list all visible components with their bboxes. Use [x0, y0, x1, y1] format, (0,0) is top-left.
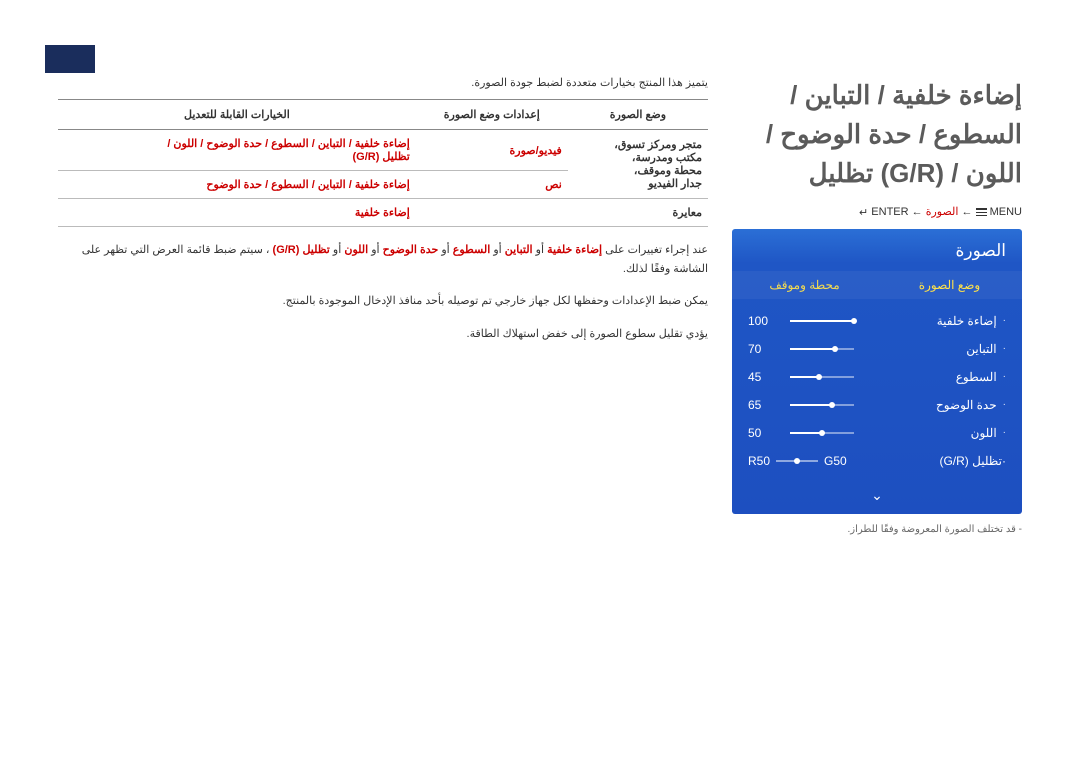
- main-title: إضاءة خلفية / التباين / السطوع / حدة الو…: [732, 76, 1022, 193]
- osd-value: 50: [748, 426, 778, 440]
- note-red: اللون: [344, 244, 368, 256]
- settings-cell: فيديو/صورة: [416, 130, 568, 171]
- mode-text: معايرة: [673, 207, 702, 219]
- note-red: التباين: [505, 244, 533, 256]
- page-content: إضاءة خلفية / التباين / السطوع / حدة الو…: [0, 0, 1080, 535]
- mode-text: محطة وموقف: [637, 165, 702, 177]
- osd-tab-picture-mode[interactable]: وضع الصورة: [877, 271, 1022, 299]
- bullet-icon: ·: [1003, 427, 1006, 438]
- slider[interactable]: [790, 432, 854, 434]
- options-text: إضاءة خلفية: [355, 207, 410, 219]
- osd-row-backlight[interactable]: · إضاءة خلفية 100: [748, 307, 1006, 335]
- osd-title: الصورة: [732, 229, 1022, 271]
- th-settings: إعدادات وضع الصورة: [416, 100, 568, 130]
- bullet-icon: ·: [1002, 454, 1006, 468]
- slider[interactable]: [790, 404, 854, 406]
- mode-cell: معايرة: [568, 199, 708, 227]
- osd-label: حدة الوضوح: [854, 398, 997, 412]
- mode-text: متجر ومركز تسوق: [618, 139, 702, 151]
- note-red: إضاءة خلفية: [547, 244, 602, 256]
- settings-text: فيديو/صورة: [510, 145, 562, 157]
- note-text: عند إجراء تغييرات على: [602, 244, 708, 256]
- disclaimer-text: - قد تختلف الصورة المعروضة وفقًا للطراز.: [732, 524, 1022, 535]
- settings-text: نص: [545, 179, 562, 191]
- note-text: أو: [438, 244, 449, 256]
- osd-panel: الصورة وضع الصورة محطة وموقف · إضاءة خلف…: [732, 229, 1022, 514]
- mode-text: مكتب ومدرسة: [635, 152, 702, 164]
- arrow-icon: ←: [912, 206, 923, 218]
- th-mode: وضع الصورة: [568, 100, 708, 130]
- note-red: السطوع: [453, 244, 491, 256]
- enter-icon: ↵: [859, 206, 868, 219]
- options-text: إضاءة خلفية / التباين / السطوع / حدة الو…: [167, 138, 410, 150]
- note-red: حدة الوضوح: [383, 244, 439, 256]
- slider[interactable]: [790, 376, 854, 378]
- bullet-icon: ·: [1003, 371, 1006, 382]
- chevron-down-icon[interactable]: ⌄: [732, 481, 1022, 514]
- tint-r-value: R50: [748, 454, 770, 468]
- slider[interactable]: [790, 320, 854, 322]
- table-header-row: وضع الصورة إعدادات وضع الصورة الخيارات ا…: [58, 100, 708, 130]
- osd-value: 45: [748, 370, 778, 384]
- mode-text: جدار الفيديو: [648, 178, 702, 190]
- menu-icon: [976, 208, 987, 217]
- settings-cell: نص: [416, 171, 568, 199]
- slider[interactable]: [790, 348, 854, 350]
- options-cell: إضاءة خلفية: [58, 199, 416, 227]
- mode-cell: متجر ومركز تسوق، مكتب ومدرسة، محطة وموقف…: [568, 130, 708, 199]
- settings-table: وضع الصورة إعدادات وضع الصورة الخيارات ا…: [58, 99, 708, 227]
- left-column: يتميز هذا المنتج بخيارات متعددة لضبط جود…: [58, 76, 708, 535]
- settings-cell: [416, 199, 568, 227]
- osd-label: إضاءة خلفية: [854, 314, 997, 328]
- tint-slider[interactable]: [776, 460, 818, 462]
- intro-text: يتميز هذا المنتج بخيارات متعددة لضبط جود…: [58, 76, 708, 89]
- right-column: إضاءة خلفية / التباين / السطوع / حدة الو…: [732, 76, 1022, 535]
- options-text: إضاءة خلفية / التباين / السطوع / حدة الو…: [206, 179, 409, 191]
- osd-row-brightness[interactable]: · السطوع 45: [748, 363, 1006, 391]
- osd-value: 70: [748, 342, 778, 356]
- table-row: متجر ومركز تسوق، مكتب ومدرسة، محطة وموقف…: [58, 130, 708, 171]
- osd-label: تظليل (G/R): [853, 454, 1002, 468]
- table-row: معايرة إضاءة خلفية: [58, 199, 708, 227]
- bullet-icon: ·: [1003, 399, 1006, 410]
- osd-value: 100: [748, 314, 778, 328]
- note-text: أو: [490, 244, 501, 256]
- osd-label: التباين: [854, 342, 997, 356]
- note-text: أو: [330, 244, 341, 256]
- note-red: تظليل (G/R): [273, 244, 330, 256]
- note-text: أو: [368, 244, 379, 256]
- note-2: يمكن ضبط الإعدادات وحفظها لكل جهاز خارجي…: [58, 292, 708, 311]
- breadcrumb: MENU ← الصورة ← ENTER ↵: [732, 205, 1022, 219]
- osd-label: السطوع: [854, 370, 997, 384]
- corner-tab: [45, 45, 95, 73]
- osd-row-contrast[interactable]: · التباين 70: [748, 335, 1006, 363]
- osd-row-color[interactable]: · اللون 50: [748, 419, 1006, 447]
- arrow-icon: ←: [961, 206, 972, 218]
- bullet-icon: ·: [1003, 343, 1006, 354]
- options-cell: إضاءة خلفية / التباين / السطوع / حدة الو…: [58, 130, 416, 171]
- osd-tab-station[interactable]: محطة وموقف: [732, 271, 877, 299]
- note-1: عند إجراء تغييرات على إضاءة خلفية أو الت…: [58, 241, 708, 278]
- options-cell: إضاءة خلفية / التباين / السطوع / حدة الو…: [58, 171, 416, 199]
- breadcrumb-picture: الصورة: [926, 206, 959, 218]
- menu-label: MENU: [990, 206, 1022, 218]
- osd-value: 65: [748, 398, 778, 412]
- osd-row-tint[interactable]: · تظليل (G/R) G50 R50: [748, 447, 1006, 475]
- osd-row-sharpness[interactable]: · حدة الوضوح 65: [748, 391, 1006, 419]
- th-options: الخيارات القابلة للتعديل: [58, 100, 416, 130]
- osd-rows: · إضاءة خلفية 100 · التباين 70 · السطوع …: [732, 299, 1022, 481]
- osd-tabs: وضع الصورة محطة وموقف: [732, 271, 1022, 299]
- bullet-icon: ·: [1003, 315, 1006, 326]
- note-3: يؤدي تقليل سطوع الصورة إلى خفض استهلاك ا…: [58, 325, 708, 344]
- tint-g-value: G50: [824, 454, 847, 468]
- enter-label: ENTER: [871, 206, 908, 218]
- osd-label: اللون: [854, 426, 997, 440]
- note-text: أو: [533, 244, 544, 256]
- options-text: تظليل (G/R): [352, 151, 409, 163]
